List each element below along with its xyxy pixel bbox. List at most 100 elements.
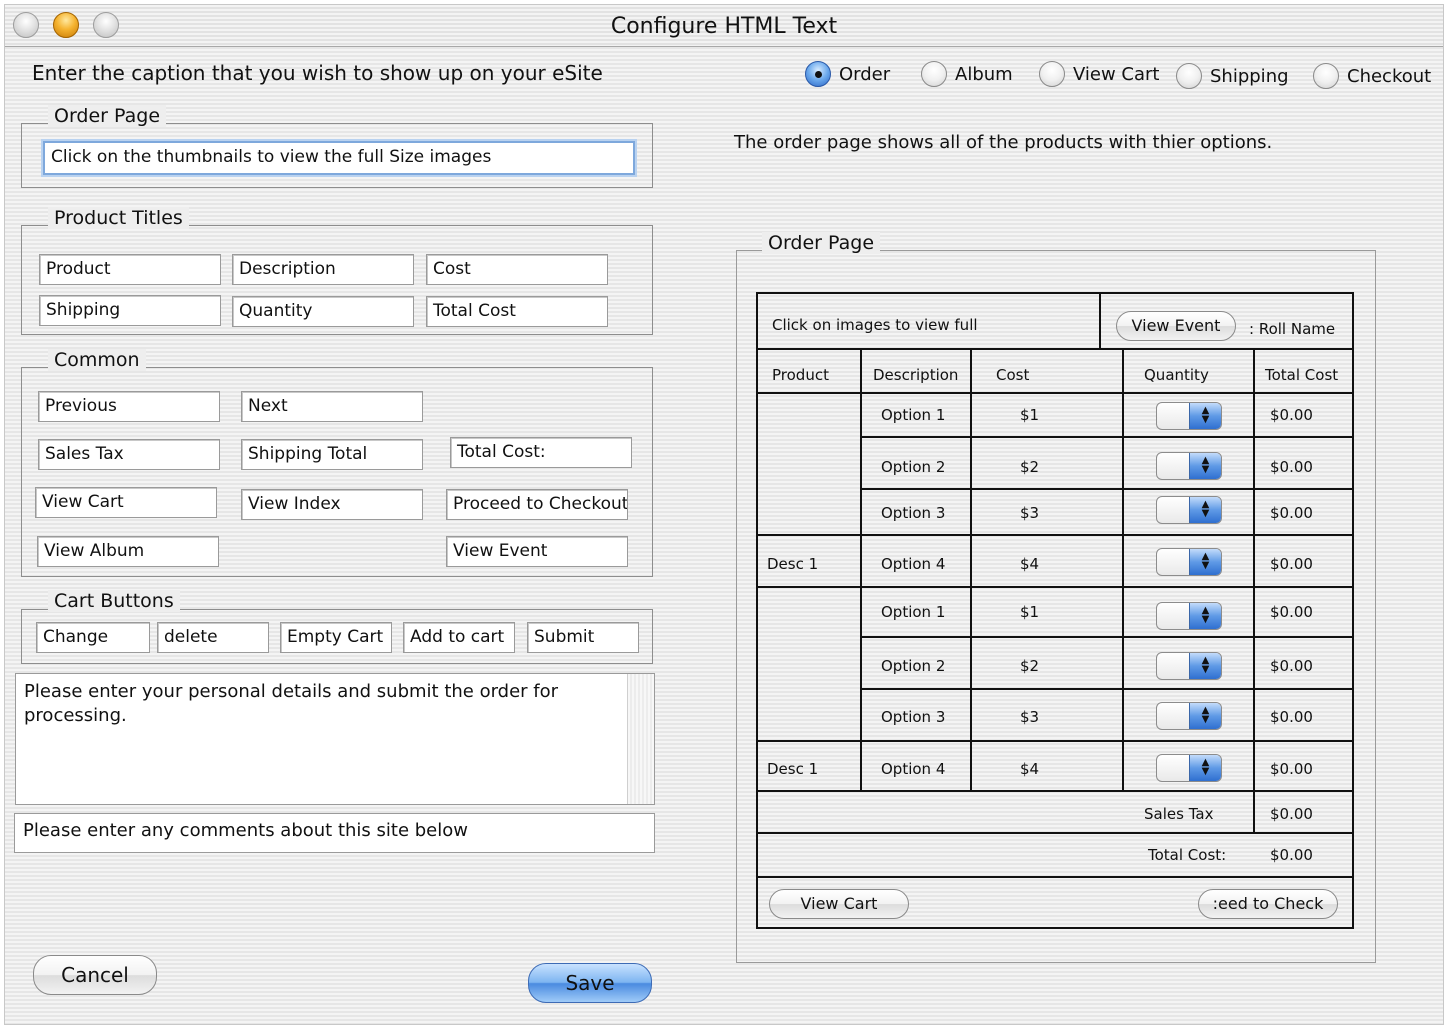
table-row-6-option: Option 2 <box>881 657 946 675</box>
table-row-8-option: Option 4 <box>881 760 946 778</box>
stepper-arrows-icon: ▲ ▼ <box>1189 403 1221 429</box>
cancel-button[interactable]: Cancel <box>33 955 157 995</box>
personal-details-scrollbar[interactable] <box>627 674 654 804</box>
common-shipping-total-field[interactable]: Shipping Total <box>241 439 423 470</box>
product-title-shipping-field[interactable]: Shipping <box>39 295 221 326</box>
radio-order-label: Order <box>839 63 891 85</box>
preview-total-cost-value: $0.00 <box>1270 846 1313 864</box>
radio-order[interactable]: Order <box>805 57 890 91</box>
table-row-5-quantity-stepper[interactable]: ▲ ▼ <box>1156 602 1222 630</box>
caption-prompt: Enter the caption that you wish to show … <box>32 61 603 85</box>
table-row-8-quantity-stepper[interactable]: ▲ ▼ <box>1156 754 1222 782</box>
common-view-index-field[interactable]: View Index <box>241 489 423 520</box>
table-row-2-cost: $2 <box>1020 458 1040 476</box>
stepper-arrows-icon: ▲ ▼ <box>1189 453 1221 479</box>
preview-header-description: Description <box>873 366 959 384</box>
table-row-7-total: $0.00 <box>1270 708 1313 726</box>
preview-legend: Order Page <box>762 232 881 254</box>
order-page-caption-input[interactable]: Click on the thumbnails to view the full… <box>43 141 635 175</box>
product-title-quantity-field[interactable]: Quantity <box>232 296 414 327</box>
cart-change-field[interactable]: Change <box>36 622 150 653</box>
personal-details-text: Please enter your personal details and s… <box>24 681 559 726</box>
preview-sales-tax-value: $0.00 <box>1270 805 1313 823</box>
table-row-3-quantity-stepper[interactable]: ▲ ▼ <box>1156 496 1222 524</box>
table-row-3-cost: $3 <box>1020 504 1040 522</box>
radio-album-indicator <box>921 61 947 87</box>
table-row-1-option: Option 1 <box>881 406 946 424</box>
table-row-8-cost: $4 <box>1020 760 1040 778</box>
table-row-7-option: Option 3 <box>881 708 946 726</box>
table-row-3-total: $0.00 <box>1270 504 1313 522</box>
table-row-1-quantity-stepper[interactable]: ▲ ▼ <box>1156 402 1222 430</box>
common-view-cart-field[interactable]: View Cart <box>35 487 217 518</box>
table-row-2-option: Option 2 <box>881 458 946 476</box>
cart-delete-field[interactable]: delete <box>157 622 269 653</box>
table-row-4-quantity-stepper[interactable]: ▲ ▼ <box>1156 548 1222 576</box>
radio-checkout-indicator <box>1313 63 1339 89</box>
radio-shipping-indicator <box>1176 63 1202 89</box>
radio-shipping[interactable]: Shipping <box>1176 59 1289 93</box>
save-button[interactable]: Save <box>528 963 652 1003</box>
table-row-5-total: $0.00 <box>1270 603 1313 621</box>
table-row-4-cost: $4 <box>1020 555 1040 573</box>
common-proceed-field[interactable]: Proceed to Checkout <box>446 489 628 520</box>
radio-checkout-label: Checkout <box>1347 65 1432 87</box>
table-row-6-cost: $2 <box>1020 657 1040 675</box>
cart-add-to-cart-field[interactable]: Add to cart <box>403 622 515 653</box>
product-titles-legend: Product Titles <box>48 207 189 229</box>
table-row-6-total: $0.00 <box>1270 657 1313 675</box>
stepper-arrows-icon: ▲ ▼ <box>1189 703 1221 729</box>
preview-caption: Click on images to view full <box>772 316 978 334</box>
radio-view-cart-label: View Cart <box>1073 63 1160 85</box>
table-row-2-quantity-stepper[interactable]: ▲ ▼ <box>1156 452 1222 480</box>
radio-checkout[interactable]: Checkout <box>1313 59 1431 93</box>
radio-view-cart[interactable]: View Cart <box>1039 57 1160 91</box>
order-page-legend: Order Page <box>48 105 167 127</box>
preview-view-cart-button[interactable]: View Cart <box>769 889 909 919</box>
cart-submit-field[interactable]: Submit <box>527 622 639 653</box>
radio-album-label: Album <box>955 63 1013 85</box>
product-title-product-field[interactable]: Product <box>39 254 221 285</box>
product-title-cost-field[interactable]: Cost <box>426 254 608 285</box>
table-row-4-option: Option 4 <box>881 555 946 573</box>
product-title-total-cost-field[interactable]: Total Cost <box>426 296 608 327</box>
preview-header-product: Product <box>772 366 829 384</box>
preview-header-total-cost: Total Cost <box>1265 366 1339 384</box>
table-row-7-cost: $3 <box>1020 708 1040 726</box>
common-previous-field[interactable]: Previous <box>38 391 220 422</box>
common-next-field[interactable]: Next <box>241 391 423 422</box>
preview-header-quantity: Quantity <box>1144 366 1209 384</box>
radio-shipping-label: Shipping <box>1210 65 1289 87</box>
common-view-event-field[interactable]: View Event <box>446 536 628 567</box>
radio-album[interactable]: Album <box>921 57 1013 91</box>
common-total-cost-field[interactable]: Total Cost: <box>450 437 632 468</box>
common-sales-tax-field[interactable]: Sales Tax <box>38 439 220 470</box>
table-row-7-quantity-stepper[interactable]: ▲ ▼ <box>1156 702 1222 730</box>
stepper-arrows-icon: ▲ ▼ <box>1189 549 1221 575</box>
window-title: Configure HTML Text <box>610 14 838 39</box>
preview-total-cost-label: Total Cost: <box>1148 846 1227 864</box>
table-row-4-product: Desc 1 <box>767 555 819 573</box>
title-bar: Configure HTML Text <box>5 5 1443 47</box>
table-row-6-quantity-stepper[interactable]: ▲ ▼ <box>1156 652 1222 680</box>
preview-header-cost: Cost <box>996 366 1030 384</box>
table-row-1-cost: $1 <box>1020 406 1040 424</box>
personal-details-textarea[interactable]: Please enter your personal details and s… <box>15 673 655 805</box>
cart-buttons-legend: Cart Buttons <box>48 590 180 612</box>
preview-view-event-button[interactable]: View Event <box>1116 311 1236 341</box>
table-row-5-cost: $1 <box>1020 603 1040 621</box>
cart-empty-cart-field[interactable]: Empty Cart <box>280 622 392 653</box>
product-title-description-field[interactable]: Description <box>232 254 414 285</box>
table-row-1-total: $0.00 <box>1270 406 1313 424</box>
table-row-2-total: $0.00 <box>1270 458 1313 476</box>
page-description: The order page shows all of the products… <box>734 132 1273 153</box>
comments-field[interactable]: Please enter any comments about this sit… <box>14 813 655 853</box>
table-row-8-product: Desc 1 <box>767 760 819 778</box>
comments-text: Please enter any comments about this sit… <box>23 820 468 841</box>
common-view-album-field[interactable]: View Album <box>37 536 219 567</box>
table-row-8-total: $0.00 <box>1270 760 1313 778</box>
preview-proceed-button[interactable]: :eed to Check <box>1198 889 1338 919</box>
radio-view-cart-indicator <box>1039 61 1065 87</box>
preview-roll-name: : Roll Name <box>1249 320 1336 338</box>
configure-html-text-window: Configure HTML Text Enter the caption th… <box>4 4 1444 1025</box>
